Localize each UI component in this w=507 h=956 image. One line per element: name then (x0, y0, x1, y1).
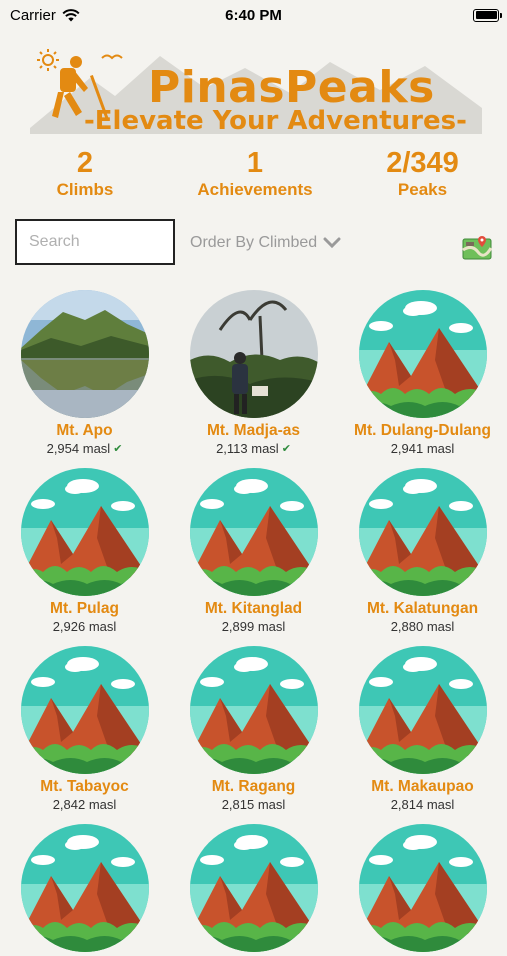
mountain-illustration (189, 824, 318, 952)
peak-elevation: 2,880 masl (390, 619, 455, 634)
peak-item[interactable]: Mt. Tabayoc 2,842 masl (0, 646, 169, 812)
peak-name: Mt. Kalatungan (366, 600, 479, 617)
app-logo: PinasPeaks -Elevate Your Adventures- (30, 48, 482, 140)
mountain-illustration (358, 824, 487, 952)
search-input[interactable] (15, 219, 175, 265)
mountain-illustration (189, 468, 318, 596)
peak-name: Mt. Pulag (50, 600, 119, 617)
battery-icon (473, 8, 502, 22)
stat-value: 2/349 (386, 147, 459, 179)
stat-label: Climbs (56, 180, 114, 199)
peak-elevation-row: 2,814 masl (338, 797, 507, 812)
stat-value: 1 (246, 147, 264, 179)
peak-item[interactable]: Mt. Madja-as 2,113 masl ✔ (169, 290, 338, 456)
map-icon[interactable] (462, 234, 492, 260)
peak-name: Mt. Apo (56, 422, 113, 439)
peak-elevation: 2,113 masl (216, 441, 279, 456)
peak-thumbnail (358, 646, 487, 774)
mountain-illustration (20, 468, 149, 596)
hiker-photo (189, 290, 318, 418)
climbed-check-icon: ✔ (113, 443, 123, 455)
peak-elevation-row: 2,941 masl (338, 441, 507, 456)
peak-thumbnail (189, 646, 318, 774)
status-bar: Carrier 6:40 PM (0, 0, 507, 30)
peak-elevation: 2,954 masl (46, 441, 111, 456)
bird-icon (101, 54, 123, 60)
stat-value: 2 (76, 147, 94, 179)
order-by-dropdown[interactable]: Order By Climbed (190, 234, 341, 252)
mountain-illustration (20, 824, 149, 952)
peak-item[interactable]: Mt. Apo 2,954 masl ✔ (0, 290, 169, 456)
peak-thumbnail (20, 290, 149, 418)
peak-item[interactable]: Mt. Ragang 2,815 masl (169, 646, 338, 812)
order-by-label: Order By Climbed (190, 234, 318, 251)
peak-name: Mt. Ragang (211, 778, 296, 795)
mountain-illustration (358, 290, 487, 418)
status-left: Carrier (0, 7, 80, 24)
stat-achievements[interactable]: 1 Achievements (185, 146, 325, 200)
peak-item[interactable] (169, 824, 338, 956)
peak-item[interactable]: Mt. Makaupao 2,814 masl (338, 646, 507, 812)
peak-elevation-row: 2,880 masl (338, 619, 507, 634)
peak-item[interactable] (0, 824, 169, 956)
peak-thumbnail (20, 468, 149, 596)
stat-peaks[interactable]: 2/349 Peaks (365, 146, 480, 200)
peak-thumbnail (189, 468, 318, 596)
peak-thumbnail (189, 290, 318, 418)
peak-elevation-row: 2,899 masl (169, 619, 338, 634)
peak-item[interactable]: Mt. Kalatungan 2,880 masl (338, 468, 507, 634)
peak-name: Mt. Tabayoc (40, 778, 129, 795)
peak-name: Mt. Dulang-Dulang (354, 422, 491, 439)
app-tagline: -Elevate Your Adventures- (84, 106, 467, 136)
peak-thumbnail (358, 290, 487, 418)
peak-item[interactable]: Mt. Dulang-Dulang 2,941 masl (338, 290, 507, 456)
peak-name: Mt. Kitanglad (204, 600, 303, 617)
stat-climbs[interactable]: 2 Climbs (40, 146, 130, 200)
peak-name: Mt. Makaupao (371, 778, 474, 795)
peak-elevation-row: 2,926 masl (0, 619, 169, 634)
stat-label: Achievements (197, 180, 313, 199)
lake-photo (20, 290, 149, 418)
peak-elevation: 2,941 masl (390, 441, 455, 456)
peak-thumbnail (20, 646, 149, 774)
peak-elevation-row: 2,842 masl (0, 797, 169, 812)
peak-thumbnail (358, 468, 487, 596)
peak-elevation: 2,842 masl (52, 797, 117, 812)
peak-elevation: 2,926 masl (52, 619, 117, 634)
peak-item[interactable]: Mt. Kitanglad 2,899 masl (169, 468, 338, 634)
peak-elevation-row: 2,113 masl ✔ (169, 441, 338, 456)
peak-item[interactable] (338, 824, 507, 956)
climbed-check-icon: ✔ (281, 443, 291, 455)
peak-item[interactable]: Mt. Pulag 2,926 masl (0, 468, 169, 634)
wifi-icon (62, 8, 80, 21)
peak-elevation: 2,815 masl (221, 797, 286, 812)
peak-elevation: 2,814 masl (390, 797, 455, 812)
mountain-illustration (358, 468, 487, 596)
chevron-down-icon (323, 237, 341, 249)
peak-name: Mt. Madja-as (206, 422, 300, 439)
mountain-illustration (189, 646, 318, 774)
stat-label: Peaks (397, 180, 448, 199)
peak-elevation: 2,899 masl (221, 619, 286, 634)
peak-thumbnail (20, 824, 149, 952)
mountain-illustration (20, 646, 149, 774)
peak-thumbnail (189, 824, 318, 952)
carrier-label: Carrier (10, 6, 56, 24)
stats-row: 2 Climbs 1 Achievements 2/349 Peaks (0, 146, 507, 206)
sun-icon (42, 54, 54, 66)
peak-elevation-row: 2,815 masl (169, 797, 338, 812)
peak-thumbnail (358, 824, 487, 952)
mountain-illustration (358, 646, 487, 774)
status-right (473, 8, 507, 22)
peak-elevation-row: 2,954 masl ✔ (0, 441, 169, 456)
